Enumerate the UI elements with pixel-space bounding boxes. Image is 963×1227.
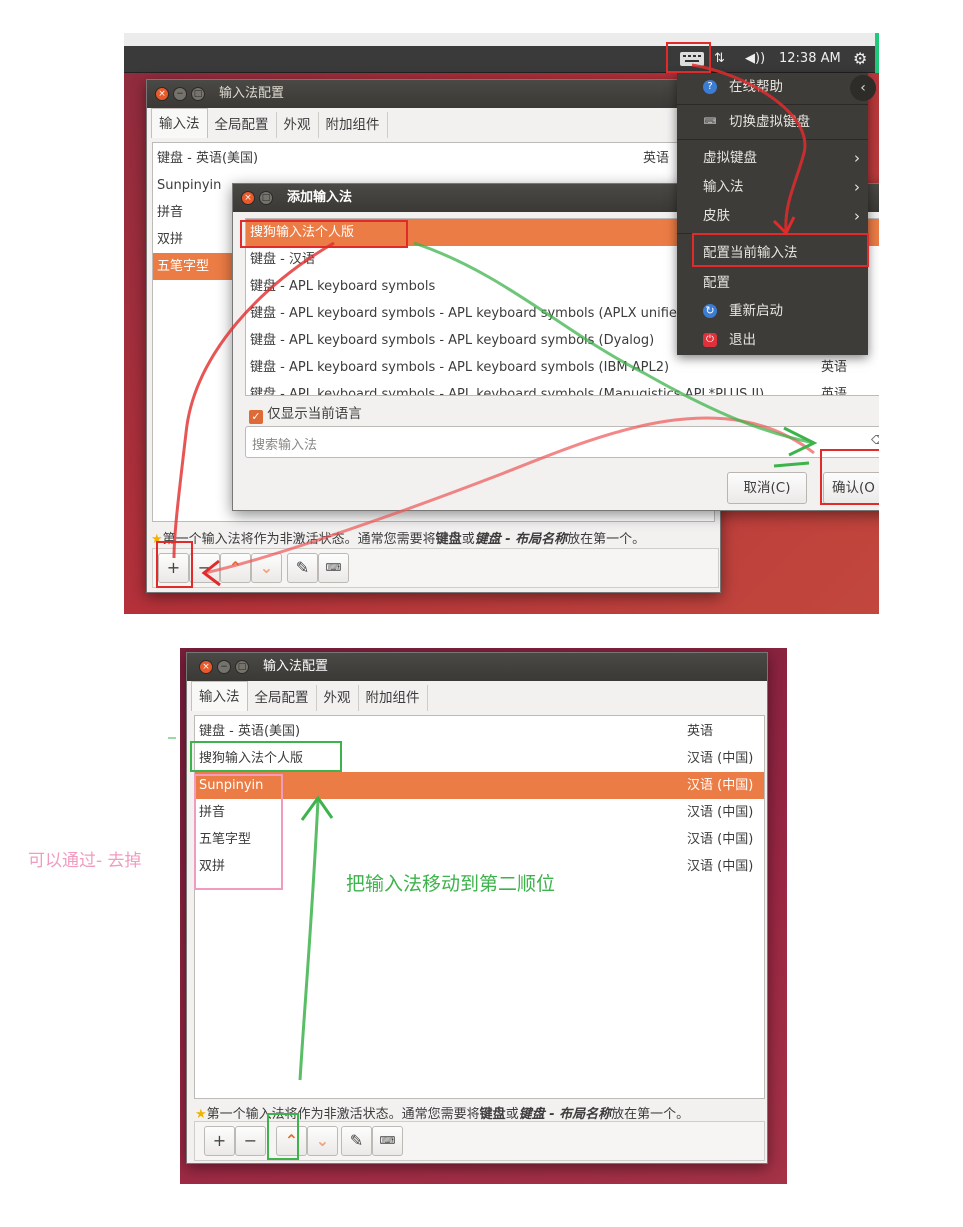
star-icon: ★ — [195, 1107, 207, 1122]
tab-appearance[interactable]: 外观 — [317, 685, 359, 711]
input-method-list: 键盘 - 英语(美国) 英语 搜狗输入法个人版 汉语 (中国) Sunpinyin 汉… — [194, 715, 765, 1099]
screenshot-add-input-method: ⇅ ◀)) 12:38 AM ⚙ × − □ 输入法配置 输入法 全局配置 外观… — [124, 33, 879, 614]
add-button[interactable]: + — [204, 1126, 235, 1156]
highlight-move-up-button — [267, 1113, 299, 1160]
tab-addons[interactable]: 附加组件 — [359, 685, 428, 711]
highlight-removable-items — [194, 774, 283, 890]
config-window-result: × − □ 输入法配置 输入法 全局配置 外观 附加组件 键盘 - 英语(美国)… — [186, 652, 768, 1164]
annotation-arrows — [172, 63, 818, 587]
minimize-icon[interactable]: − — [217, 660, 231, 674]
green-annotation-note: 把输入法移动到第二顺位 — [346, 873, 556, 895]
maximize-icon[interactable]: □ — [235, 660, 249, 674]
tab-global-config[interactable]: 全局配置 — [248, 685, 317, 711]
config-window-titlebar: × − □ 输入法配置 — [187, 653, 767, 681]
move-down-button[interactable]: ⌄ — [307, 1126, 338, 1156]
tab-input-method[interactable]: 输入法 — [191, 681, 248, 711]
pink-annotation-note: 可以通过- 去掉 — [28, 851, 142, 871]
highlight-sogou-position — [190, 741, 342, 772]
window-title: 输入法配置 — [263, 659, 329, 674]
configure-tools-icon[interactable]: ✎ — [341, 1126, 372, 1156]
keyboard-layout-icon[interactable]: ⌨ — [372, 1126, 403, 1156]
remove-button[interactable]: − — [235, 1126, 266, 1156]
screenshot-result: × − □ 输入法配置 输入法 全局配置 外观 附加组件 键盘 - 英语(美国)… — [180, 648, 787, 1184]
tab-bar: 输入法 全局配置 外观 附加组件 — [191, 681, 428, 711]
close-icon[interactable]: × — [199, 660, 213, 674]
